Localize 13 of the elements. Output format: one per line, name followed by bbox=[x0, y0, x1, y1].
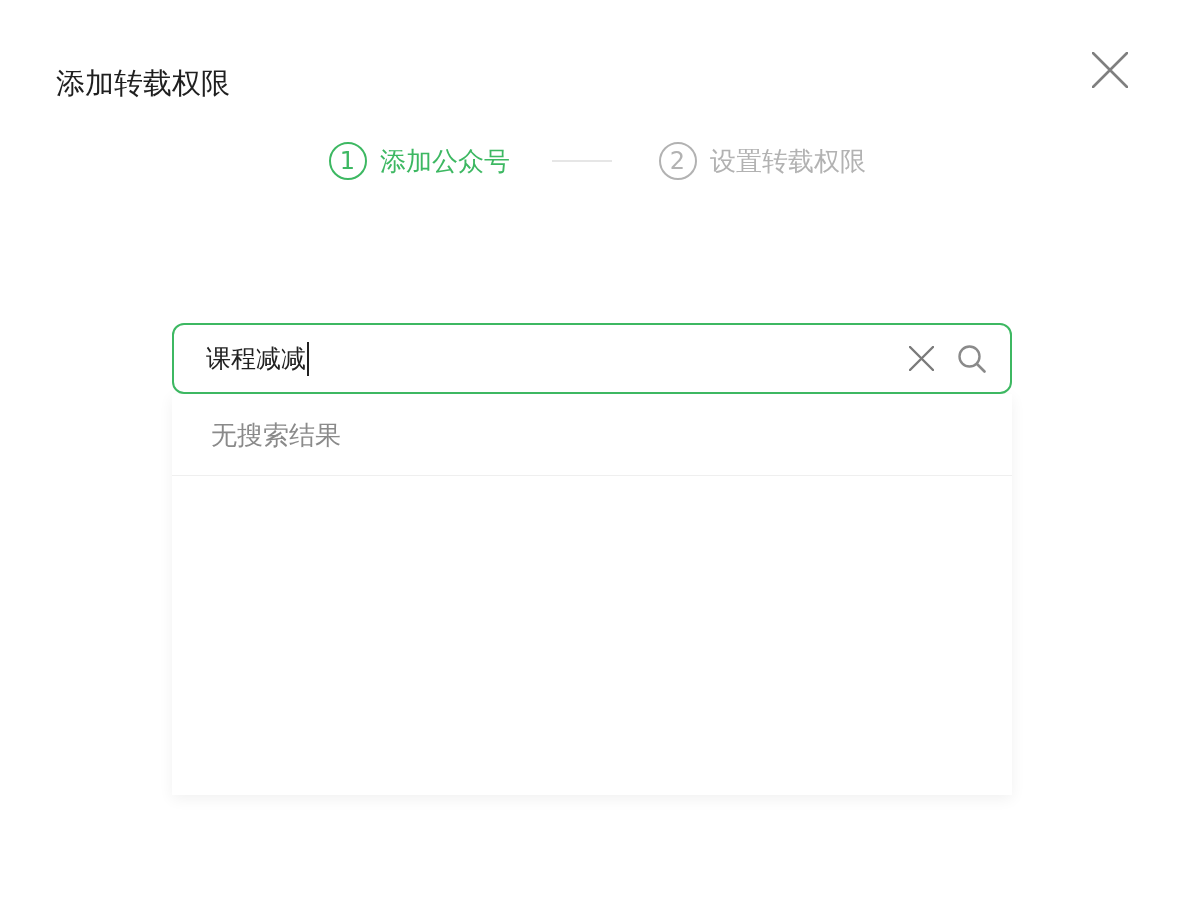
step-label: 设置转载权限 bbox=[709, 145, 866, 178]
search-field[interactable]: 课程减减 bbox=[172, 323, 1012, 394]
clear-icon bbox=[909, 346, 934, 371]
step-number: 2 bbox=[658, 142, 697, 180]
no-results-message: 无搜索结果 bbox=[211, 418, 341, 452]
step-number: 1 bbox=[328, 142, 367, 180]
close-button[interactable] bbox=[1092, 52, 1128, 88]
search-icon bbox=[958, 344, 986, 373]
search-button[interactable] bbox=[958, 344, 986, 373]
clear-button[interactable] bbox=[909, 346, 934, 371]
step-label: 添加公众号 bbox=[379, 145, 510, 178]
dialog-title: 添加转载权限 bbox=[56, 65, 230, 102]
close-icon bbox=[1092, 52, 1128, 88]
